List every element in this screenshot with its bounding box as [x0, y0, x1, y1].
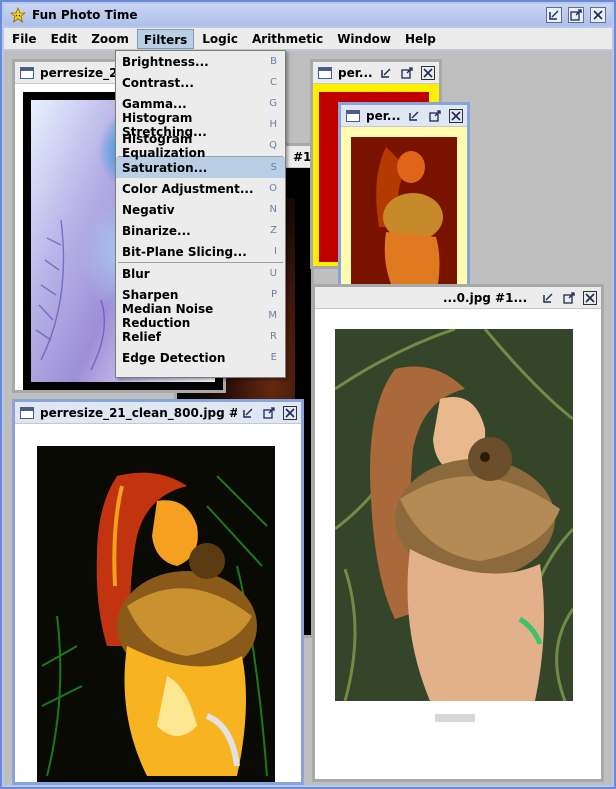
maximize-icon[interactable]	[262, 406, 276, 420]
app-title: Fun Photo Time	[32, 8, 138, 22]
menu-item-label: Brightness...	[122, 54, 209, 69]
star-logo-icon	[10, 7, 26, 23]
menu-item-accelerator: C	[270, 77, 277, 88]
menu-zoom[interactable]: Zoom	[85, 29, 135, 49]
title-bar: Fun Photo Time	[4, 4, 612, 26]
window-title: per...	[338, 65, 373, 80]
window-title: perresize_21_clean_800.jpg #9...	[40, 405, 261, 420]
menu-item-accelerator: I	[274, 246, 277, 257]
window-title: ...0.jpg #1...	[443, 290, 528, 305]
menu-item-label: Bit-Plane Slicing...	[122, 244, 247, 259]
menu-item-blur[interactable]: Blur U	[116, 263, 285, 284]
desktop-pane: #1... perresize_21	[4, 51, 612, 785]
menu-item-label: Median Noise Reduction	[122, 301, 214, 330]
menu-arithmetic[interactable]: Arithmetic	[246, 29, 329, 49]
maximize-icon[interactable]	[562, 291, 576, 305]
menu-window[interactable]: Window	[331, 29, 397, 49]
filters-menu: Brightness... B Contrast... C Gamma... G Histo…	[115, 50, 286, 378]
window-icon	[20, 406, 34, 419]
photo-posterized	[37, 446, 275, 782]
image-window-yellow-front[interactable]: per...	[338, 102, 470, 314]
menu-filters[interactable]: Filters	[136, 28, 195, 49]
iconify-icon[interactable]	[541, 291, 555, 305]
menu-item-label: Binarize...	[122, 223, 191, 238]
menu-item-label: Blur	[122, 266, 150, 281]
menu-item-accelerator: Q	[269, 140, 277, 151]
menu-item-label: Edge Detection	[122, 350, 226, 365]
image-window-original[interactable]: ...0.jpg #1...	[312, 284, 604, 782]
watermark-logo	[435, 714, 475, 722]
image-window-posterized[interactable]: perresize_21_clean_800.jpg #9...	[12, 399, 304, 785]
menu-file[interactable]: File	[6, 29, 43, 49]
menu-item-label: Color Adjustment...	[122, 181, 254, 196]
window-title: perresize_21	[40, 65, 126, 80]
close-icon[interactable]	[449, 109, 463, 123]
close-icon[interactable]	[283, 406, 297, 420]
close-icon[interactable]	[583, 291, 597, 305]
menu-item-negativ[interactable]: Negativ N	[116, 199, 285, 220]
menu-item-accelerator: S	[270, 162, 277, 173]
menu-bar: File Edit Zoom Filters Logic Arithmetic …	[4, 28, 612, 50]
menu-item-label: Contrast...	[122, 75, 194, 90]
menu-item-color-adjustment[interactable]: Color Adjustment... O	[116, 178, 285, 199]
menu-item-label: Sharpen	[122, 287, 179, 302]
window-icon	[20, 66, 34, 79]
menu-item-accelerator: R	[270, 331, 277, 342]
menu-item-accelerator: N	[269, 204, 277, 215]
menu-item-accelerator: Z	[270, 225, 277, 236]
minimize-icon[interactable]	[546, 7, 562, 23]
menu-item-saturation[interactable]: Saturation... S	[116, 157, 285, 178]
menu-item-accelerator: H	[269, 119, 277, 130]
menu-item-accelerator: P	[270, 289, 277, 300]
menu-item-label: Negativ	[122, 202, 175, 217]
menu-item-label: Histogram Equalization	[122, 131, 206, 160]
menu-item-brightness[interactable]: Brightness... B	[116, 51, 285, 72]
close-icon[interactable]	[421, 66, 435, 80]
menu-item-edge-detection[interactable]: Edge Detection E	[116, 347, 285, 368]
maximize-icon[interactable]	[568, 7, 584, 23]
menu-item-label: Gamma...	[122, 96, 187, 111]
menu-item-binarize[interactable]: Binarize... Z	[116, 220, 285, 241]
iconify-icon[interactable]	[379, 66, 393, 80]
photo-original	[335, 329, 573, 701]
menu-item-label: Relief	[122, 329, 161, 344]
menu-item-median-noise-reduction[interactable]: Median Noise Reduction M	[116, 302, 285, 330]
menu-item-accelerator: B	[270, 56, 277, 67]
menu-logic[interactable]: Logic	[196, 29, 244, 49]
menu-item-histogram-equalization[interactable]: Histogram Equalization Q	[116, 132, 285, 160]
maximize-icon[interactable]	[428, 109, 442, 123]
window-icon	[346, 109, 360, 122]
app-window: Fun Photo Time File Edit Zoom Filters Lo…	[0, 0, 616, 789]
menu-item-label: Saturation...	[122, 160, 208, 175]
menu-item-accelerator: M	[268, 310, 277, 321]
menu-item-accelerator: G	[269, 98, 277, 109]
window-title: #1...	[293, 149, 311, 164]
menu-item-accelerator: U	[269, 268, 277, 279]
window-title: per...	[366, 108, 401, 123]
iconify-icon[interactable]	[407, 109, 421, 123]
menu-item-contrast[interactable]: Contrast... C	[116, 72, 285, 93]
photo-yellow-front	[351, 137, 457, 297]
menu-item-accelerator: E	[270, 352, 277, 363]
menu-item-accelerator: O	[269, 183, 277, 194]
close-icon[interactable]	[590, 7, 606, 23]
iconify-icon[interactable]	[241, 406, 255, 420]
menu-help[interactable]: Help	[399, 29, 442, 49]
menu-edit[interactable]: Edit	[45, 29, 84, 49]
maximize-icon[interactable]	[400, 66, 414, 80]
window-icon	[318, 66, 332, 79]
menu-item-bit-plane-slicing[interactable]: Bit-Plane Slicing... I	[116, 241, 285, 262]
